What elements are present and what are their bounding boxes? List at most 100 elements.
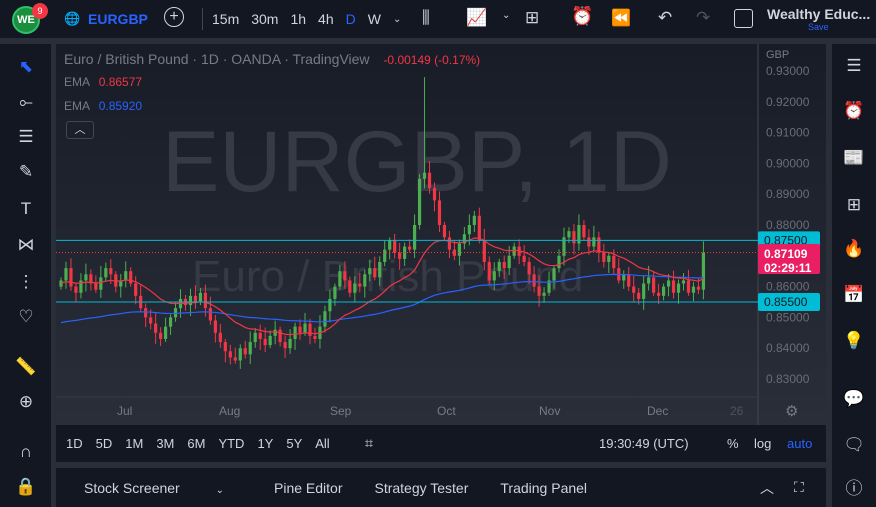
- interval-w[interactable]: W: [362, 11, 387, 27]
- candle-body: [661, 286, 666, 296]
- interval-1h[interactable]: 1h: [284, 11, 312, 27]
- candle-body: [258, 332, 262, 339]
- ema-fast-legend[interactable]: EMA 0.86577: [64, 75, 142, 89]
- zoom-icon[interactable]: ⊕: [13, 389, 39, 415]
- maximize-panel-icon[interactable]: ⛶: [794, 479, 804, 496]
- candle-body: [283, 342, 287, 349]
- hotlist-flame-icon[interactable]: 🔥: [841, 236, 867, 262]
- price-chart[interactable]: EURGBP, 1D Euro / British Pound GBP 0.93…: [56, 44, 826, 425]
- range-5y[interactable]: 5Y: [286, 436, 302, 451]
- bottom-panel: Stock Screener ⌄ Pine Editor Strategy Te…: [56, 468, 826, 507]
- chevron-up-icon[interactable]: ︿: [760, 478, 774, 498]
- heart-icon[interactable]: ♡: [13, 304, 39, 330]
- magnet-icon[interactable]: ∩: [13, 439, 39, 465]
- compare-add-icon[interactable]: +: [164, 7, 184, 27]
- candles-icon[interactable]: ⫼: [422, 8, 430, 28]
- interval-30m[interactable]: 30m: [245, 11, 284, 27]
- candle-body: [437, 200, 442, 225]
- currency-selector[interactable]: GBP: [766, 49, 789, 61]
- candle-body: [104, 268, 108, 278]
- alarm-clock-icon[interactable]: ⏰: [841, 98, 867, 124]
- layout-grid-icon[interactable]: ⊞: [525, 8, 539, 28]
- add-list-icon[interactable]: ⊞: [841, 192, 867, 218]
- candle-body: [333, 286, 337, 299]
- redo-icon[interactable]: ↷: [696, 8, 710, 28]
- candle-body: [567, 231, 571, 238]
- trend-line-icon[interactable]: ⟜: [13, 89, 39, 115]
- price-tick-label: 0.86000: [766, 280, 810, 294]
- collapse-legend-button[interactable]: ︿: [66, 121, 94, 139]
- utc-clock[interactable]: 19:30:49 (UTC): [599, 436, 689, 451]
- legend-change: -0.00149 (-0.17%): [383, 53, 481, 67]
- drawing-toolbar: ⬉ ⟜ ☰ ✎ T ⋈ ⋮ ♡ 📏 ⊕ ∩ 🔒: [0, 44, 51, 507]
- time-tick-label: Nov: [539, 404, 560, 418]
- range-all[interactable]: All: [315, 436, 329, 451]
- range-6m[interactable]: 6M: [187, 436, 205, 451]
- candle-body: [109, 268, 113, 275]
- undo-icon[interactable]: ↶: [658, 8, 672, 28]
- layout-name[interactable]: Wealthy Educ...: [767, 6, 870, 22]
- date-range-icon[interactable]: ⌗: [365, 435, 373, 452]
- horizontal-lines-icon[interactable]: ☰: [13, 124, 39, 150]
- replay-icon[interactable]: ⏪: [611, 8, 631, 28]
- range-ytd[interactable]: YTD: [218, 436, 244, 451]
- prediction-icon[interactable]: ⋮: [13, 269, 39, 295]
- lock-drawings-icon[interactable]: 🔒: [13, 474, 39, 500]
- candle-body: [278, 329, 282, 343]
- candle-body: [502, 261, 506, 269]
- candle-body: [383, 249, 387, 262]
- percent-toggle[interactable]: %: [727, 436, 739, 451]
- candle-body: [228, 351, 232, 358]
- ideas-bulb-icon[interactable]: 💡: [841, 328, 867, 354]
- candle-body: [572, 231, 576, 244]
- auto-toggle[interactable]: auto: [787, 436, 812, 451]
- range-3m[interactable]: 3M: [156, 436, 174, 451]
- range-5d[interactable]: 5D: [96, 436, 113, 451]
- candle-body: [557, 255, 561, 269]
- help-icon[interactable]: ⓘ: [841, 476, 867, 502]
- range-1d[interactable]: 1D: [66, 436, 83, 451]
- candle-body: [99, 277, 103, 290]
- candle-body: [74, 286, 78, 293]
- save-button[interactable]: Save: [808, 22, 829, 32]
- text-icon[interactable]: T: [13, 196, 39, 222]
- price-tick-label: 0.91000: [766, 126, 810, 140]
- settings-gear-icon[interactable]: ⚙: [785, 403, 798, 420]
- interval-4h[interactable]: 4h: [312, 11, 340, 27]
- brush-icon[interactable]: ✎: [13, 159, 39, 185]
- indicators-icon[interactable]: 📈: [466, 8, 487, 28]
- tab-strategy-tester[interactable]: Strategy Tester: [374, 480, 468, 496]
- candle-body: [512, 246, 516, 256]
- chevron-down-icon[interactable]: ⌄: [387, 11, 407, 27]
- price-tick-label: 0.90000: [766, 156, 810, 170]
- chevron-down-icon[interactable]: ⌄: [502, 10, 510, 21]
- tab-trading-panel[interactable]: Trading Panel: [500, 480, 587, 496]
- symbol-search[interactable]: EURGBP: [88, 11, 148, 27]
- candle-body: [597, 237, 601, 253]
- ruler-icon[interactable]: 📏: [13, 354, 39, 380]
- interval-d[interactable]: D: [340, 11, 362, 27]
- candle-body: [69, 268, 73, 287]
- cursor-icon[interactable]: ⬉: [13, 54, 39, 80]
- fullscreen-icon[interactable]: [734, 9, 753, 28]
- log-toggle[interactable]: log: [754, 436, 771, 451]
- tab-pine-editor[interactable]: Pine Editor: [274, 480, 342, 496]
- candle-body: [203, 292, 208, 309]
- news-icon[interactable]: 📰: [841, 145, 867, 171]
- last-price-label: 0.87109: [764, 247, 808, 261]
- pattern-icon[interactable]: ⋈: [13, 232, 39, 258]
- chart-pane[interactable]: EURGBP, 1D Euro / British Pound GBP 0.93…: [56, 44, 826, 425]
- interval-15m[interactable]: 15m: [206, 11, 245, 27]
- candle-body: [378, 261, 382, 278]
- calendar-icon[interactable]: 📅: [841, 282, 867, 308]
- range-1y[interactable]: 1Y: [257, 436, 273, 451]
- candle-body: [149, 317, 153, 324]
- messages-icon[interactable]: 🗨: [841, 432, 867, 458]
- tab-stock-screener[interactable]: Stock Screener ⌄: [70, 480, 242, 496]
- alert-icon[interactable]: ⏰: [571, 6, 593, 27]
- range-1m[interactable]: 1M: [125, 436, 143, 451]
- watchlist-icon[interactable]: ☰: [841, 53, 867, 79]
- candle-body: [84, 274, 88, 281]
- chat-icon[interactable]: 💬: [841, 386, 867, 412]
- ema-slow-legend[interactable]: EMA 0.85920: [64, 99, 142, 113]
